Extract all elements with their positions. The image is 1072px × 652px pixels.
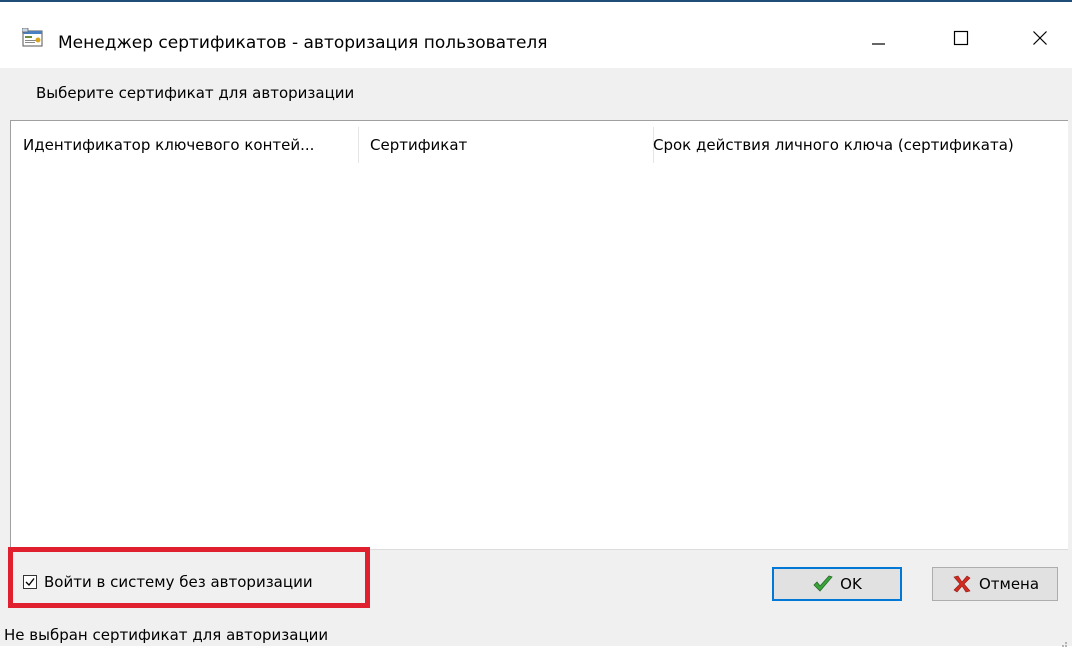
login-without-auth-label[interactable]: Войти в систему без авторизации: [44, 572, 313, 592]
dialog-window: Менеджер сертификатов - авторизация поль…: [0, 0, 1072, 647]
login-without-auth-checkbox[interactable]: [23, 575, 37, 589]
status-text: Не выбран сертификат для авторизации: [4, 626, 329, 644]
title-bar[interactable]: Менеджер сертификатов - авторизация поль…: [0, 2, 1072, 68]
close-icon: [1032, 30, 1048, 50]
ok-button-label: OK: [840, 575, 862, 593]
cross-icon: [951, 574, 973, 594]
list-header: Идентификатор ключевого контей... Сертиф…: [11, 121, 1068, 169]
resize-grip-icon[interactable]: [1058, 633, 1068, 647]
column-header-container-id[interactable]: Идентификатор ключевого контей...: [23, 121, 353, 169]
column-header-key-validity[interactable]: Срок действия личного ключа (сертификата…: [653, 121, 1065, 169]
maximize-button[interactable]: [938, 24, 984, 56]
maximize-icon: [953, 30, 969, 50]
minimize-button[interactable]: [855, 24, 901, 56]
column-divider[interactable]: [358, 127, 359, 163]
ok-button[interactable]: OK: [772, 567, 902, 601]
cancel-button-label: Отмена: [978, 575, 1040, 593]
status-bar: Не выбран сертификат для авторизации: [0, 622, 1072, 647]
certificate-manager-icon: [21, 27, 44, 48]
instruction-label: Выберите сертификат для авторизации: [36, 84, 355, 102]
checkmark-icon: [24, 576, 36, 588]
certificate-list[interactable]: Идентификатор ключевого контей... Сертиф…: [10, 120, 1068, 550]
window-title: Менеджер сертификатов - авторизация поль…: [58, 33, 548, 53]
column-header-certificate[interactable]: Сертификат: [370, 121, 650, 169]
cancel-button[interactable]: Отмена: [932, 567, 1058, 601]
close-button[interactable]: [1017, 24, 1063, 56]
checkmark-icon: [812, 574, 834, 594]
minimize-icon: [870, 30, 886, 50]
